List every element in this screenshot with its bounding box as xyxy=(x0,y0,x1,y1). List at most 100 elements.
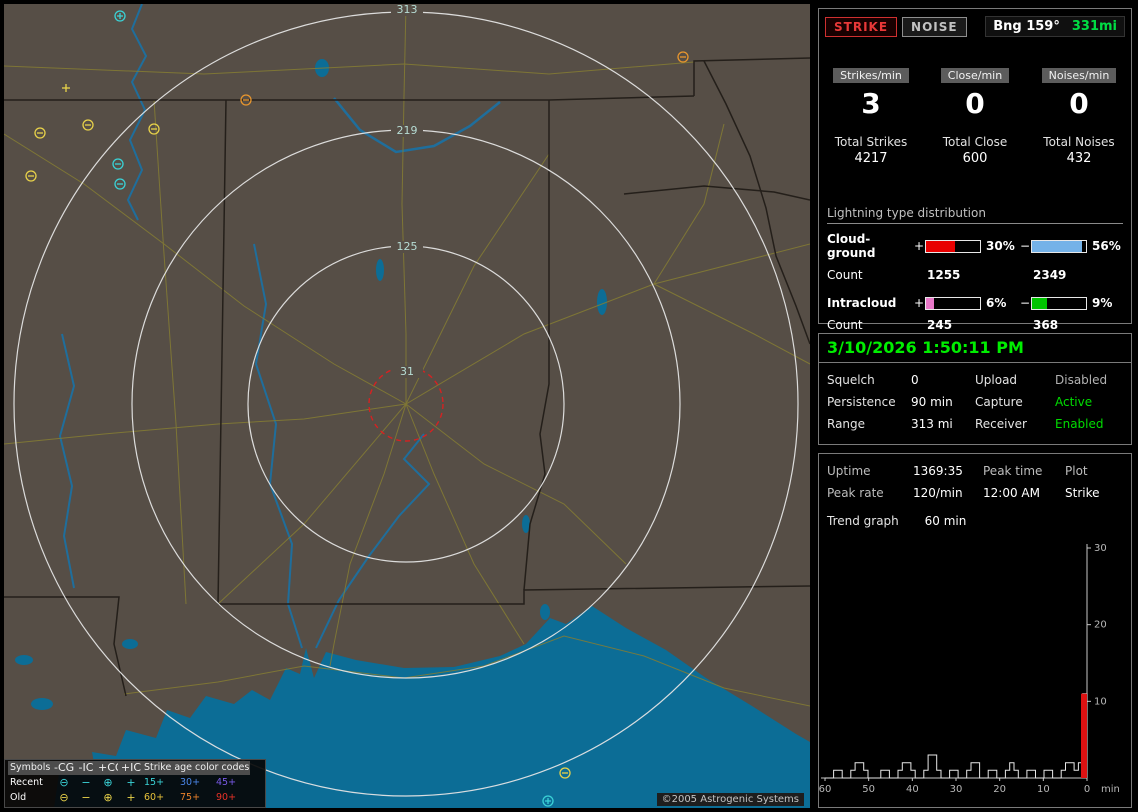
intracloud-count-row: Count 245 368 xyxy=(827,318,1123,332)
trend-x-tick-label: 30 xyxy=(950,784,963,795)
range-ring-label-31: 31 xyxy=(391,366,423,378)
ic-plus-bar-fill xyxy=(926,298,934,309)
strike-symbol-circle-minus xyxy=(113,159,123,169)
age-30: 30+ xyxy=(178,775,214,790)
noises-per-min-column: Noises/min 0 Total Noises 432 xyxy=(1027,64,1131,166)
strike-symbol-circle-minus xyxy=(115,179,125,189)
water-layer xyxy=(15,59,810,808)
strikes-per-min-value: 3 xyxy=(819,89,923,119)
cg-plus-pct: 30% xyxy=(981,239,1019,253)
roads-layer xyxy=(4,4,810,706)
noise-mode-button[interactable]: NOISE xyxy=(902,17,967,37)
upload-status: Disabled xyxy=(1055,373,1123,387)
strike-mode-button[interactable]: STRIKE xyxy=(825,17,897,37)
close-per-min-value: 0 xyxy=(923,89,1027,119)
mode-button-row: STRIKE NOISE Bng 159° 331mi xyxy=(825,16,1125,37)
cg-plus-count: 1255 xyxy=(913,268,1019,282)
uptime-label: Uptime xyxy=(827,464,913,478)
trend-graph-header: Trend graph 60 min xyxy=(827,514,1123,528)
persistence-label: Persistence xyxy=(827,395,911,409)
peak-time-value: 12:00 AM xyxy=(983,486,1065,500)
lake xyxy=(376,259,384,281)
trend-x-unit-label: min xyxy=(1101,784,1120,795)
strike-symbol-circle-minus xyxy=(149,124,159,134)
receiver-status: Enabled xyxy=(1055,417,1123,431)
total-strikes-value: 4217 xyxy=(819,151,923,166)
trend-y-tick-label: 30 xyxy=(1094,543,1107,554)
ic-plus-bar xyxy=(925,297,981,310)
ic-plus-count: 245 xyxy=(913,318,1019,332)
ic-minus-count: 368 xyxy=(1019,318,1123,332)
close-per-min-label: Close/min xyxy=(941,68,1009,83)
trend-x-tick-label: 40 xyxy=(906,784,919,795)
lake xyxy=(597,289,607,315)
intracloud-label: Intracloud xyxy=(827,296,913,310)
strikes-per-min-label: Strikes/min xyxy=(833,68,909,83)
cloud-ground-count-row: Count 1255 2349 xyxy=(827,268,1123,282)
pos-ic-old-icon: + xyxy=(118,790,142,805)
total-noises-value: 432 xyxy=(1027,151,1131,166)
settings-grid: Squelch 0 Upload Disabled Persistence 90… xyxy=(819,363,1131,431)
uptime-value: 1369:35 xyxy=(913,464,983,478)
cloud-ground-row: Cloud-ground + 30% − 56% xyxy=(827,232,1123,260)
legend-col-neg-ic: -IC xyxy=(74,761,96,775)
count-label: Count xyxy=(827,318,913,332)
capture-label: Capture xyxy=(975,395,1055,409)
intracloud-row: Intracloud + 6% − 9% xyxy=(827,296,1123,310)
noises-per-min-label: Noises/min xyxy=(1042,68,1117,83)
strike-symbol-circle-minus xyxy=(83,120,93,130)
total-strikes-label: Total Strikes xyxy=(819,135,923,149)
cg-plus-bar-fill xyxy=(926,241,955,252)
lake xyxy=(31,698,53,710)
app-window: { "colors": { "accent_green": "#00dd44",… xyxy=(0,0,1138,812)
strike-symbol-plus xyxy=(62,84,70,92)
trend-window-value: 60 min xyxy=(925,514,967,528)
distribution-title: Lightning type distribution xyxy=(827,206,1123,224)
legend-row-recent-label: Recent xyxy=(8,775,52,790)
strikes-per-min-column: Strikes/min 3 Total Strikes 4217 xyxy=(819,64,923,166)
settings-panel: 3/10/2026 1:50:11 PM Squelch 0 Upload Di… xyxy=(818,333,1132,445)
lake xyxy=(540,604,550,620)
trend-graph-label: Trend graph xyxy=(827,514,899,528)
plot-value: Strike xyxy=(1065,486,1123,500)
neg-ic-recent-icon: − xyxy=(74,775,96,790)
squelch-value: 0 xyxy=(911,373,975,387)
pos-cg-old-icon: ⊕ xyxy=(96,790,118,805)
cg-minus-pct: 56% xyxy=(1087,239,1121,253)
cg-minus-count: 2349 xyxy=(1019,268,1123,282)
range-ring-label-219: 219 xyxy=(391,125,423,137)
strike-symbol-circle-plus xyxy=(115,11,125,21)
pos-ic-recent-icon: + xyxy=(118,775,142,790)
plus-sign: + xyxy=(913,296,925,310)
cg-plus-bar xyxy=(925,240,981,253)
range-label: Range xyxy=(827,417,911,431)
count-label: Count xyxy=(827,268,913,282)
noises-per-min-value: 0 xyxy=(1027,89,1131,119)
total-noises-label: Total Noises xyxy=(1027,135,1131,149)
strike-stats-panel: STRIKE NOISE Bng 159° 331mi Strikes/min … xyxy=(818,8,1132,324)
rate-stats: Strikes/min 3 Total Strikes 4217 Close/m… xyxy=(819,64,1131,166)
map-container: 313 219 125 31 Symbols -CG -IC +CG +IC S… xyxy=(4,4,810,808)
trend-panel: Uptime 1369:35 Peak time Plot Peak rate … xyxy=(818,453,1132,808)
pos-cg-recent-icon: ⊕ xyxy=(96,775,118,790)
neg-ic-old-icon: − xyxy=(74,790,96,805)
trend-x-tick-label: 60 xyxy=(819,784,831,795)
ic-minus-bar-fill xyxy=(1032,298,1047,309)
datetime-display: 3/10/2026 1:50:11 PM xyxy=(819,334,1131,363)
minus-sign: − xyxy=(1019,296,1031,310)
trend-x-tick-label: 0 xyxy=(1084,784,1090,795)
age-15: 15+ xyxy=(142,775,178,790)
peak-rate-label: Peak rate xyxy=(827,486,913,500)
upload-label: Upload xyxy=(975,373,1055,387)
ic-plus-pct: 6% xyxy=(981,296,1019,310)
capture-status: Active xyxy=(1055,395,1123,409)
strike-symbol-circle-minus xyxy=(678,52,688,62)
legend-col-neg-cg: -CG xyxy=(52,761,74,775)
ic-minus-bar xyxy=(1031,297,1087,310)
trend-y-tick-label: 20 xyxy=(1094,620,1107,631)
cg-minus-bar xyxy=(1031,240,1087,253)
age-45: 45+ xyxy=(214,775,250,790)
bearing-readout: Bng 159° 331mi xyxy=(985,16,1125,37)
trend-x-tick-label: 50 xyxy=(862,784,875,795)
strike-symbol-circle-minus xyxy=(35,128,45,138)
